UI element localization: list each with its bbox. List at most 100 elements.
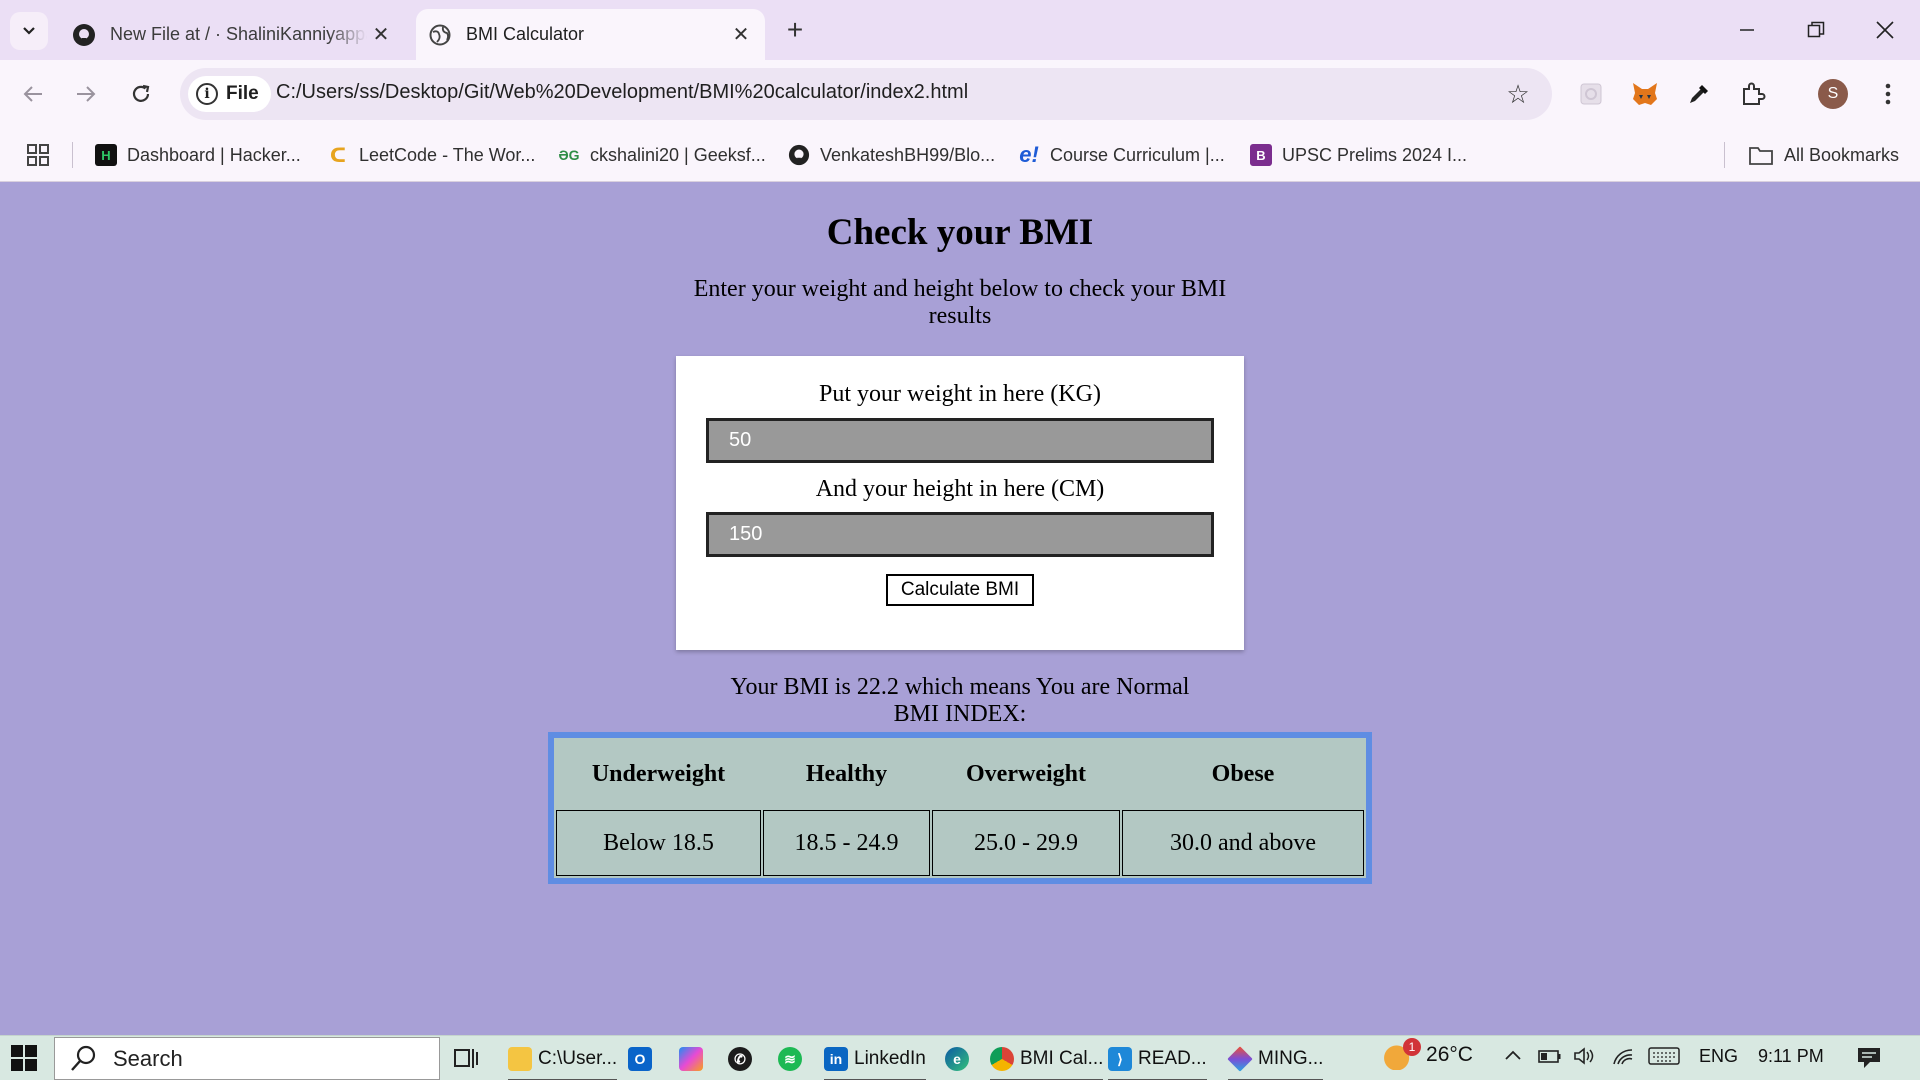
touch-keyboard-button[interactable]	[1648, 1046, 1680, 1071]
close-icon[interactable]: ✕	[727, 21, 755, 49]
course-icon: e!	[1019, 142, 1039, 167]
clock[interactable]: 9:11 PM	[1758, 1046, 1824, 1067]
taskbar-app-label: LinkedIn	[854, 1048, 926, 1069]
all-bookmarks-label: All Bookmarks	[1784, 144, 1900, 165]
edge-icon: e	[945, 1047, 969, 1071]
calculate-bmi-button[interactable]: Calculate BMI	[886, 574, 1034, 606]
reload-button[interactable]	[121, 74, 161, 114]
taskbar-search-box[interactable]: Search	[54, 1037, 440, 1080]
bookmark-separator	[1724, 142, 1725, 168]
upsc-icon: B	[1250, 144, 1272, 166]
restore-button[interactable]	[1796, 10, 1836, 50]
arrow-left-icon	[23, 86, 42, 102]
start-button[interactable]	[10, 1044, 40, 1074]
profile-avatar[interactable]: S	[1813, 74, 1853, 114]
battery-status[interactable]	[1538, 1046, 1562, 1071]
bookmark-label: UPSC Prelims 2024 I...	[1282, 144, 1468, 165]
linkedin-icon: in	[824, 1047, 848, 1071]
windows-taskbar: Search C:\User... O ✆ ≋ in LinkedIn e BM…	[0, 1035, 1920, 1080]
taskbar-linkedin[interactable]: in LinkedIn	[824, 1039, 926, 1080]
avatar: S	[1818, 79, 1848, 109]
taskbar-copilot[interactable]	[679, 1039, 709, 1079]
close-icon	[1876, 21, 1894, 39]
notification-badge: 1	[1403, 1038, 1421, 1056]
all-bookmarks-button[interactable]: All Bookmarks	[1748, 140, 1899, 170]
eyedropper-icon	[1690, 85, 1708, 103]
search-icon	[71, 1045, 96, 1071]
bmi-result-text: Your BMI is 22.2 which means You are Nor…	[730, 674, 1190, 700]
extensions-button[interactable]	[1733, 74, 1773, 114]
weight-input[interactable]: 50	[706, 418, 1214, 463]
bookmark-hackerrank[interactable]: H Dashboard | Hacker...	[95, 140, 301, 170]
task-view-button[interactable]	[452, 1039, 480, 1079]
taskbar-chrome[interactable]: BMI Cal...	[990, 1039, 1104, 1080]
address-bar[interactable]: i File C:/Users/ss/Desktop/Git/Web%20Dev…	[180, 68, 1552, 120]
keyboard-icon	[1648, 1047, 1680, 1065]
notification-center-button[interactable]	[1856, 1046, 1882, 1075]
bookmark-course-curriculum[interactable]: e! Course Curriculum |...	[1018, 140, 1225, 170]
page-content: Check your BMI Enter your weight and hei…	[0, 183, 1920, 1035]
height-input[interactable]: 150	[706, 512, 1214, 557]
table-header: Overweight	[966, 760, 1086, 787]
info-icon: i	[196, 83, 218, 105]
plus-icon: +	[786, 14, 804, 45]
spotify-icon: ≋	[778, 1047, 802, 1071]
arrow-right-icon	[77, 86, 96, 102]
bookmark-leetcode[interactable]: ᑕ LeetCode - The Wor...	[327, 140, 536, 170]
tab-search-button[interactable]	[10, 12, 48, 50]
chrome-icon	[990, 1047, 1014, 1071]
close-icon[interactable]: ✕	[367, 21, 395, 49]
taskbar-app-label: BMI Cal...	[1020, 1048, 1104, 1069]
taskbar-outlook[interactable]: O	[628, 1039, 658, 1079]
file-explorer-icon	[508, 1047, 532, 1071]
forward-button[interactable]	[66, 74, 106, 114]
url-text[interactable]: C:/Users/ss/Desktop/Git/Web%20Developmen…	[276, 81, 968, 104]
taskbar-app-label: READ...	[1138, 1048, 1207, 1069]
chevron-down-icon	[23, 27, 35, 35]
github-icon	[788, 144, 810, 166]
vscode-icon: ⟩	[1108, 1047, 1132, 1071]
bookmark-geeksforgeeks[interactable]: ƏG ckshalini20 | Geeksf...	[558, 140, 765, 170]
apps-button[interactable]	[26, 140, 50, 170]
github-icon	[72, 23, 96, 47]
bmi-result: Your BMI is 22.2 which means You are Nor…	[0, 674, 1920, 728]
table-header: Healthy	[805, 760, 888, 787]
tab-github-new-file[interactable]: New File at / · ShaliniKanniyappan ✕	[60, 9, 405, 60]
bookmark-github-repo[interactable]: VenkateshBH99/Blo...	[788, 140, 995, 170]
extension-puzzle-faded[interactable]	[1571, 74, 1611, 114]
window-close-button[interactable]	[1865, 10, 1905, 50]
new-tab-button[interactable]: +	[779, 14, 811, 46]
volume-control[interactable]	[1573, 1046, 1597, 1071]
more-vertical-icon	[1885, 83, 1891, 105]
restore-icon	[1807, 21, 1825, 38]
notification-icon	[1858, 1048, 1880, 1068]
bookmark-upsc[interactable]: B UPSC Prelims 2024 I...	[1250, 140, 1467, 170]
bookmark-star-icon[interactable]: ☆	[1504, 79, 1532, 109]
tab-title: BMI Calculator	[466, 24, 585, 44]
table-header: Underweight	[591, 760, 726, 787]
taskbar-app-label: MING...	[1258, 1048, 1324, 1069]
site-info-chip[interactable]: i File	[188, 76, 271, 112]
bmi-index-heading: BMI INDEX:	[893, 701, 1027, 727]
back-button[interactable]	[13, 74, 53, 114]
browser-menu-button[interactable]	[1868, 74, 1908, 114]
metamask-extension[interactable]	[1625, 74, 1665, 114]
weather-widget[interactable]: 1 26°C	[1383, 1038, 1473, 1070]
bookmark-label: Dashboard | Hacker...	[127, 144, 301, 165]
network-status[interactable]	[1612, 1046, 1634, 1071]
taskbar-vscode[interactable]: ⟩ READ...	[1108, 1039, 1207, 1080]
folder-icon	[1749, 147, 1773, 165]
taskbar-git-bash[interactable]: MING...	[1227, 1039, 1324, 1080]
taskbar-spotify[interactable]: ≋	[778, 1039, 808, 1079]
input-language[interactable]: ENG	[1699, 1046, 1738, 1067]
show-hidden-icons[interactable]	[1503, 1046, 1523, 1071]
taskbar-whatsapp[interactable]: ✆	[728, 1039, 758, 1079]
table-header: Obese	[1211, 760, 1275, 787]
minimize-button[interactable]	[1727, 10, 1767, 50]
tab-bmi-calculator[interactable]: BMI Calculator ✕	[416, 9, 765, 60]
eyedropper-extension[interactable]	[1679, 74, 1719, 114]
bmi-index-table: Underweight Healthy Overweight Obese Bel…	[548, 732, 1372, 884]
table-header-row: Underweight Healthy Overweight Obese	[556, 740, 1364, 808]
taskbar-file-explorer[interactable]: C:\User...	[508, 1039, 618, 1080]
taskbar-edge[interactable]: e	[945, 1039, 975, 1079]
